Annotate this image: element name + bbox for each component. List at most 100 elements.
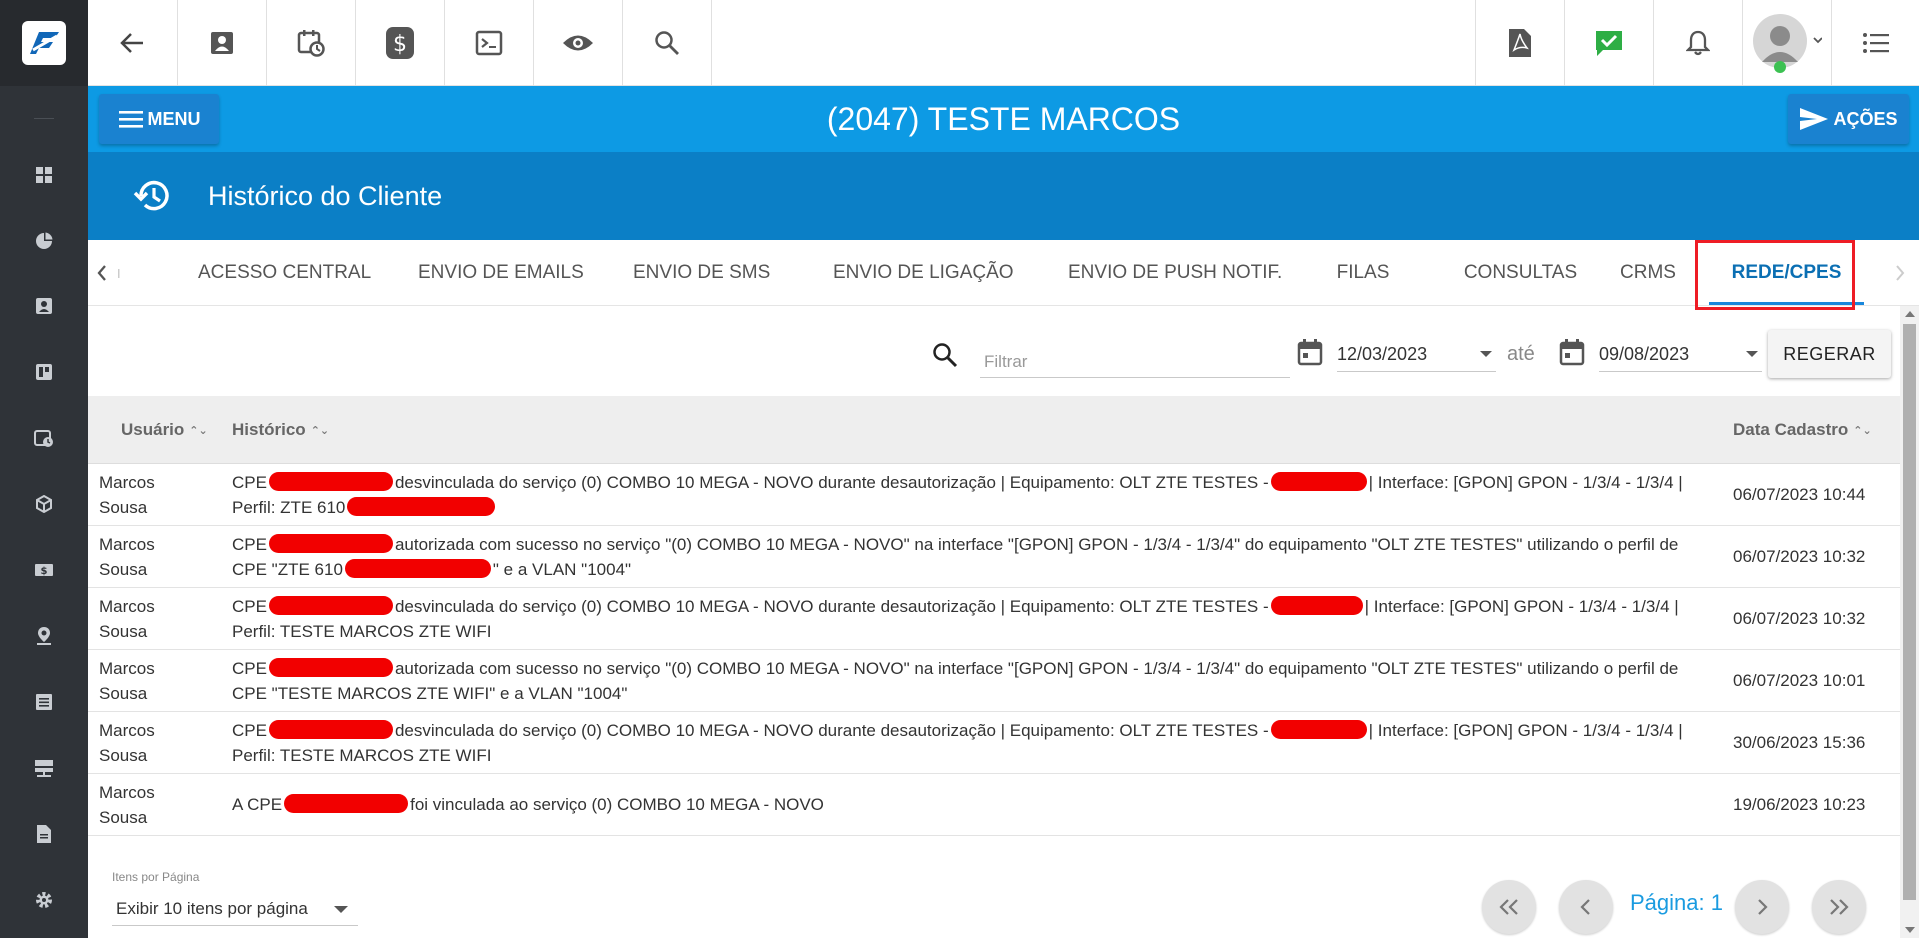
column-header-data-cadastro[interactable]: Data Cadastro ⌃⌄ xyxy=(1733,396,1872,465)
server-icon[interactable] xyxy=(32,756,56,780)
next-page-button[interactable] xyxy=(1735,880,1789,934)
last-page-button[interactable] xyxy=(1812,880,1866,934)
terminal-icon[interactable] xyxy=(445,0,533,86)
acoes-button[interactable]: AÇÕES xyxy=(1788,94,1909,144)
tab-envio-de-push-notif[interactable]: ENVIO DE PUSH NOTIF. xyxy=(1068,240,1282,306)
tab-envio-de-sms[interactable]: ENVIO DE SMS xyxy=(633,240,770,306)
history-text: Perfil: ZTE 610 xyxy=(232,498,346,517)
contact-card-icon[interactable] xyxy=(32,294,56,318)
cell-usuario: Marcos Sousa xyxy=(99,594,189,644)
table-row[interactable]: Marcos Sousa CPE autorizada com sucesso no… xyxy=(88,650,1900,712)
cell-usuario: Marcos Sousa xyxy=(99,532,189,582)
history-text: CPE "TESTE MARCOS ZTE WIFI" e a VLAN "10… xyxy=(232,684,628,703)
scroll-down-icon[interactable] xyxy=(1905,927,1915,933)
filter-input[interactable]: Filtrar xyxy=(980,348,1290,378)
calendar-clock-icon[interactable] xyxy=(267,0,355,86)
cell-usuario: Marcos Sousa xyxy=(99,780,189,830)
calendar-icon[interactable] xyxy=(1559,338,1585,366)
settings-gear-icon[interactable] xyxy=(32,888,56,912)
table-row[interactable]: Marcos Sousa CPE desvinculada do serviço (… xyxy=(88,464,1900,526)
date-from-field[interactable]: 12/03/2023 xyxy=(1337,336,1496,372)
user-last-name: Sousa xyxy=(99,746,148,765)
date-separator: até xyxy=(1507,343,1535,365)
history-text: | Interface: [GPON] GPON - 1/3/4 - 1/3/4… xyxy=(1368,473,1683,492)
date-to-field[interactable]: 09/08/2023 xyxy=(1599,336,1762,372)
back-arrow-icon[interactable] xyxy=(88,0,176,86)
history-text: CPE "ZTE 610 xyxy=(232,560,343,579)
client-title: (2047) TESTE MARCOS xyxy=(826,101,1181,137)
date-from-value: 12/03/2023 xyxy=(1337,344,1428,364)
cell-data-cadastro: 06/07/2023 10:01 xyxy=(1733,671,1866,690)
board-icon[interactable] xyxy=(32,360,56,384)
menu-button[interactable]: MENU xyxy=(99,94,219,144)
cube-icon[interactable] xyxy=(32,492,56,516)
eye-icon[interactable] xyxy=(534,0,622,86)
app-logo[interactable] xyxy=(0,0,88,86)
tab-crms[interactable]: CRMS xyxy=(1618,240,1678,306)
sort-icon: ⌃⌄ xyxy=(310,424,330,437)
chevron-down-icon xyxy=(1746,351,1758,357)
highlight-annotation-box xyxy=(1695,240,1855,310)
column-header-historico[interactable]: Histórico ⌃⌄ xyxy=(232,396,329,465)
notification-bell-icon[interactable] xyxy=(1654,0,1742,86)
tabs-scroll-right-icon[interactable] xyxy=(1886,240,1916,306)
money-icon[interactable]: $ xyxy=(32,558,56,582)
chat-check-icon[interactable] xyxy=(1565,0,1653,86)
history-text: desvinculada do serviço (0) COMBO 10 MEG… xyxy=(394,721,1269,740)
scrollbar-thumb[interactable] xyxy=(1903,324,1916,900)
column-header-usuario[interactable]: Usuário ⌃⌄ xyxy=(121,396,208,465)
first-page-button[interactable] xyxy=(1482,880,1536,934)
double-chevron-right-icon xyxy=(1830,899,1849,915)
left-sidebar: $ xyxy=(0,0,88,938)
chevron-down-icon xyxy=(334,906,348,913)
client-card-icon[interactable] xyxy=(178,0,266,86)
table-row[interactable]: Marcos Sousa CPE desvinculada do serviço (… xyxy=(88,712,1900,774)
cell-historico: A CPE foi vinculada ao serviço (0) COMBO … xyxy=(232,792,1792,817)
column-label: Usuário xyxy=(121,420,185,439)
calendar-icon[interactable] xyxy=(1297,338,1323,366)
user-avatar[interactable] xyxy=(1743,0,1831,86)
history-text: foi vinculada ao serviço (0) COMBO 10 ME… xyxy=(410,795,824,814)
redaction-mark xyxy=(268,658,393,677)
tab-acesso-central[interactable]: ACESSO CENTRAL xyxy=(198,240,371,306)
history-text: A CPE xyxy=(232,795,283,814)
user-last-name: Sousa xyxy=(99,808,148,827)
toolbar-divider xyxy=(711,0,712,86)
pie-chart-icon[interactable] xyxy=(32,229,56,253)
table-row[interactable]: Marcos Sousa CPE autorizada com sucesso no… xyxy=(88,526,1900,588)
tab-envio-de-ligacao[interactable]: ENVIO DE LIGAÇÃO xyxy=(833,240,1014,306)
finance-dollar-icon[interactable]: $ xyxy=(356,0,444,86)
items-per-page-label: Itens por Página xyxy=(112,870,200,884)
regerar-button[interactable]: REGERAR xyxy=(1768,330,1891,378)
items-per-page-select[interactable]: Exibir 10 itens por página xyxy=(112,892,358,926)
list-icon[interactable] xyxy=(32,690,56,714)
history-icon xyxy=(133,176,173,216)
vertical-scrollbar[interactable] xyxy=(1900,306,1919,938)
scroll-up-icon[interactable] xyxy=(1905,311,1915,317)
dashboard-icon[interactable] xyxy=(32,163,56,187)
calendar-clock-icon[interactable] xyxy=(32,426,56,450)
history-text: CPE xyxy=(232,473,267,492)
list-menu-icon[interactable] xyxy=(1832,0,1919,86)
sort-icon: ⌃⌄ xyxy=(189,424,208,437)
hamburger-icon xyxy=(118,111,143,128)
pdf-file-icon[interactable] xyxy=(1476,0,1564,86)
history-text: CPE xyxy=(232,659,267,678)
tabs-scroll-left-icon[interactable] xyxy=(88,240,128,306)
filter-row: Filtrar 12/03/2023 até 09/08/2023 REGERA… xyxy=(88,306,1908,396)
tab-envio-de-emails[interactable]: ENVIO DE EMAILS xyxy=(418,240,584,306)
tab-consultas[interactable]: CONSULTAS xyxy=(1448,240,1593,306)
redaction-mark xyxy=(1270,596,1363,615)
tab-filas[interactable]: FILAS xyxy=(1333,240,1393,306)
cell-usuario: Marcos Sousa xyxy=(99,718,189,768)
table-row[interactable]: Marcos Sousa CPE desvinculada do serviço (… xyxy=(88,588,1900,650)
location-icon[interactable] xyxy=(32,624,56,648)
table-row[interactable]: Marcos Sousa A CPE foi vinculada ao serviç… xyxy=(88,774,1900,836)
section-header: Histórico do Cliente xyxy=(88,152,1919,240)
previous-page-button[interactable] xyxy=(1559,880,1613,934)
sort-icon: ⌃⌄ xyxy=(1853,424,1872,437)
document-icon[interactable] xyxy=(32,822,56,846)
send-icon xyxy=(1800,108,1829,130)
svg-text:$: $ xyxy=(41,566,48,577)
search-icon[interactable] xyxy=(623,0,711,86)
